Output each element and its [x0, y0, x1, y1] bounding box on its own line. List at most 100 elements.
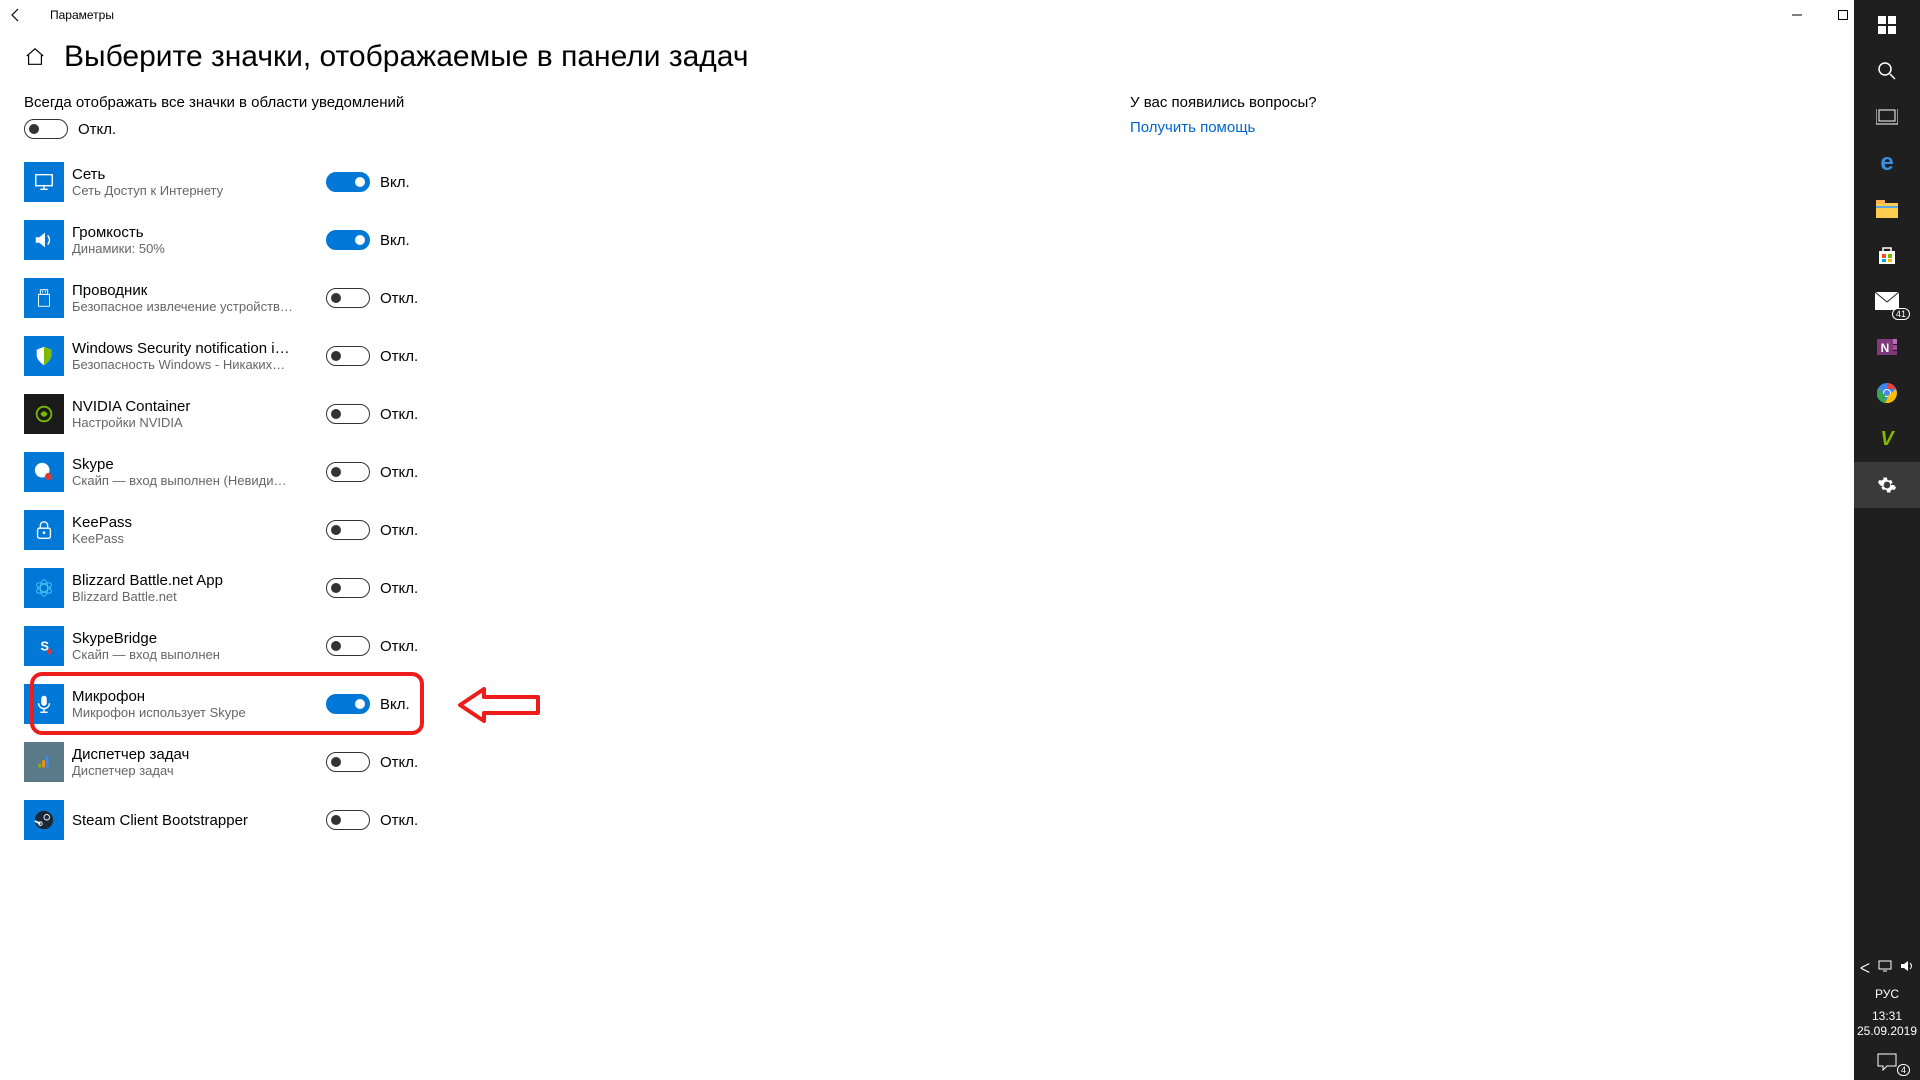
window-title: Параметры [50, 8, 114, 22]
always-show-label: Всегда отображать все значки в области у… [24, 94, 1124, 111]
item-subtitle: KeePass [72, 531, 296, 546]
title-bar: Параметры [0, 0, 1920, 30]
item-title: Громкость [72, 224, 296, 241]
item-toggle-state: Откл. [380, 754, 418, 771]
item-toggle-state: Откл. [380, 812, 418, 829]
item-toggle-state: Откл. [380, 464, 418, 481]
item-toggle-state: Вкл. [380, 174, 410, 191]
page-header: Выберите значки, отображаемые в панели з… [0, 30, 1920, 94]
list-item: МикрофонМикрофон использует Skype Вкл. [24, 675, 1124, 733]
store-icon[interactable] [1854, 232, 1920, 278]
get-help-link[interactable]: Получить помощь [1130, 119, 1317, 136]
item-title: Skype [72, 456, 296, 473]
item-toggle[interactable] [326, 462, 370, 482]
item-subtitle: Скайп — вход выполнен [72, 647, 296, 662]
list-item: Blizzard Battle.net AppBlizzard Battle.n… [24, 559, 1124, 617]
tm-icon [24, 742, 64, 782]
item-title: Проводник [72, 282, 296, 299]
item-toggle-state: Откл. [380, 638, 418, 655]
lock-icon [24, 510, 64, 550]
item-title: NVIDIA Container [72, 398, 296, 415]
item-toggle[interactable] [326, 578, 370, 598]
skypebridge-icon: S [24, 626, 64, 666]
list-item: NVIDIA ContainerНастройки NVIDIAОткл. [24, 385, 1124, 443]
clock[interactable]: 13:31 25.09.2019 [1857, 1005, 1917, 1044]
item-title: Диспетчер задач [72, 746, 296, 763]
item-subtitle: Сеть Доступ к Интернету [72, 183, 296, 198]
item-subtitle: Скайп — вход выполнен (Невиди… [72, 473, 296, 488]
action-center-icon[interactable]: 4 [1854, 1044, 1920, 1080]
start-button[interactable] [1854, 2, 1920, 48]
help-title: У вас появились вопросы? [1130, 94, 1317, 111]
battlenet-icon [24, 568, 64, 608]
usb-icon [24, 278, 64, 318]
list-item: SkypeСкайп — вход выполнен (Невиди… Откл. [24, 443, 1124, 501]
always-show-state: Откл. [78, 121, 116, 138]
mail-icon[interactable]: 41 [1854, 278, 1920, 324]
item-toggle-state: Откл. [380, 522, 418, 539]
item-toggle[interactable] [326, 404, 370, 424]
explorer-icon[interactable] [1854, 186, 1920, 232]
item-toggle[interactable] [326, 752, 370, 772]
item-toggle[interactable] [326, 694, 370, 714]
edge-icon[interactable]: e [1854, 140, 1920, 186]
annotation-arrow-icon [454, 683, 544, 727]
page-title: Выберите значки, отображаемые в панели з… [64, 40, 748, 74]
item-toggle[interactable] [326, 636, 370, 656]
list-item: ПроводникБезопасное извлечение устройств… [24, 269, 1124, 327]
item-toggle[interactable] [326, 346, 370, 366]
clock-time: 13:31 [1857, 1009, 1917, 1025]
help-sidebar: У вас появились вопросы? Получить помощь [1124, 94, 1317, 849]
system-tray[interactable]: ᐸ [1854, 954, 1920, 983]
svg-text:N: N [1881, 341, 1890, 355]
onenote-icon[interactable]: N [1854, 324, 1920, 370]
item-toggle-state: Откл. [380, 406, 418, 423]
volume-icon [24, 220, 64, 260]
item-toggle-state: Откл. [380, 290, 418, 307]
item-toggle[interactable] [326, 520, 370, 540]
list-item: KeePassKeePassОткл. [24, 501, 1124, 559]
language-indicator[interactable]: РУС [1875, 983, 1899, 1005]
item-toggle[interactable] [326, 230, 370, 250]
item-subtitle: Микрофон использует Skype [72, 705, 296, 720]
search-icon[interactable] [1854, 48, 1920, 94]
back-button[interactable] [8, 7, 40, 23]
skype-icon [24, 452, 64, 492]
monitor-icon [24, 162, 64, 202]
tray-network-icon[interactable] [1878, 960, 1892, 977]
item-toggle[interactable] [326, 810, 370, 830]
list-item: СетьСеть Доступ к Интернету Вкл. [24, 153, 1124, 211]
taskbar: e 41 N V ᐸ РУС 13:31 25.09.2019 4 [1854, 0, 1920, 1080]
shield-icon [24, 336, 64, 376]
item-subtitle: Диспетчер задач [72, 763, 296, 778]
chrome-icon[interactable] [1854, 370, 1920, 416]
nvidia-icon [24, 394, 64, 434]
item-title: Сеть [72, 166, 296, 183]
item-subtitle: Динамики: 50% [72, 241, 296, 256]
list-item: Диспетчер задачДиспетчер задач Откл. [24, 733, 1124, 791]
item-subtitle: Безопасность Windows - Никаких… [72, 357, 296, 372]
item-title: Windows Security notification icon [72, 340, 296, 357]
item-toggle[interactable] [326, 288, 370, 308]
item-toggle[interactable] [326, 172, 370, 192]
item-toggle-state: Вкл. [380, 696, 410, 713]
always-show-toggle[interactable] [24, 119, 68, 139]
item-subtitle: Безопасное извлечение устройств… [72, 299, 296, 314]
steam-icon [24, 800, 64, 840]
list-item: Windows Security notification iconБезопа… [24, 327, 1124, 385]
item-title: Микрофон [72, 688, 296, 705]
mic-icon [24, 684, 64, 724]
mail-badge: 41 [1892, 308, 1910, 320]
tray-chevron-icon[interactable]: ᐸ [1860, 960, 1870, 977]
item-toggle-state: Откл. [380, 580, 418, 597]
home-icon[interactable] [24, 46, 46, 68]
item-title: Steam Client Bootstrapper [72, 812, 296, 829]
tray-volume-icon[interactable] [1900, 960, 1914, 977]
icon-list: СетьСеть Доступ к Интернету Вкл. Громкость… [24, 153, 1124, 849]
list-item: ГромкостьДинамики: 50%Вкл. [24, 211, 1124, 269]
app-v-icon[interactable]: V [1854, 416, 1920, 462]
clock-date: 25.09.2019 [1857, 1024, 1917, 1040]
task-view-icon[interactable] [1854, 94, 1920, 140]
minimize-button[interactable] [1774, 0, 1820, 30]
settings-icon[interactable] [1854, 462, 1920, 508]
